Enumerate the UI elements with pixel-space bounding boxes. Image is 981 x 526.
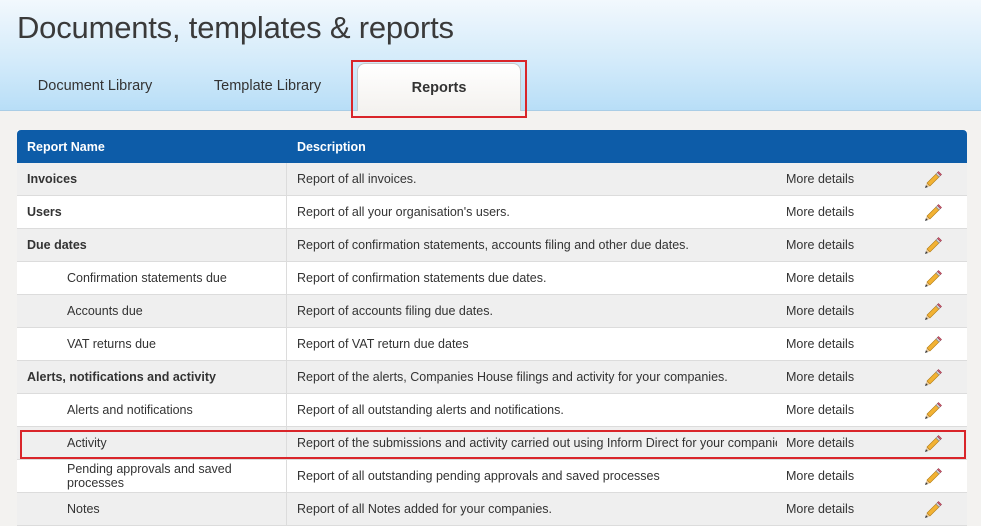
report-name: VAT returns due bbox=[17, 328, 287, 360]
table-row: Invoices Report of all invoices. More deta… bbox=[17, 163, 967, 196]
report-description: Report of all Notes added for your compa… bbox=[297, 502, 552, 516]
edit-button[interactable] bbox=[897, 202, 967, 222]
report-description: Report of confirmation statements, accou… bbox=[297, 238, 689, 252]
report-name: Pending approvals and saved processes bbox=[17, 460, 287, 492]
report-description: Report of confirmation statements due da… bbox=[297, 271, 547, 285]
report-description: Report of VAT return due dates bbox=[297, 337, 469, 351]
more-details-link[interactable]: More details bbox=[786, 502, 854, 516]
pencil-icon[interactable] bbox=[922, 334, 942, 354]
table-header: Report Name Description bbox=[17, 130, 967, 163]
report-name: Alerts and notifications bbox=[17, 394, 287, 426]
report-name: Activity bbox=[17, 427, 287, 459]
report-description: Report of the alerts, Companies House fi… bbox=[297, 370, 728, 384]
edit-button[interactable] bbox=[897, 499, 967, 519]
table-row: Confirmation statements due Report of con… bbox=[17, 262, 967, 295]
more-details-link[interactable]: More details bbox=[786, 238, 854, 252]
report-description: Report of all outstanding pending approv… bbox=[297, 469, 660, 483]
pencil-icon[interactable] bbox=[922, 268, 942, 288]
column-header-report-name: Report Name bbox=[27, 139, 105, 154]
table-row: Alerts, notifications and activity Report… bbox=[17, 361, 967, 394]
report-name: Accounts due bbox=[17, 295, 287, 327]
report-name: Users bbox=[17, 196, 287, 228]
edit-button[interactable] bbox=[897, 235, 967, 255]
pencil-icon[interactable] bbox=[922, 466, 942, 486]
report-description: Report of all invoices. bbox=[297, 172, 417, 186]
reports-table: Report Name Description Invoices Report o… bbox=[17, 130, 967, 526]
report-name: Notes bbox=[17, 493, 287, 525]
table-row: Accounts due Report of accounts filing du… bbox=[17, 295, 967, 328]
more-details-link[interactable]: More details bbox=[786, 370, 854, 384]
report-description: Report of accounts filing due dates. bbox=[297, 304, 493, 318]
pencil-icon[interactable] bbox=[922, 169, 942, 189]
pencil-icon[interactable] bbox=[922, 202, 942, 222]
tab-document-library[interactable]: Document Library bbox=[20, 62, 170, 110]
pencil-icon[interactable] bbox=[922, 499, 942, 519]
page-header: Documents, templates & reports Document … bbox=[0, 0, 981, 111]
more-details-link[interactable]: More details bbox=[786, 271, 854, 285]
more-details-link[interactable]: More details bbox=[786, 205, 854, 219]
table-row: Pending approvals and saved processes Rep… bbox=[17, 460, 967, 493]
column-header-description: Description bbox=[297, 139, 366, 154]
table-row: Due dates Report of confirmation statemen… bbox=[17, 229, 967, 262]
report-description: Report of the submissions and activity c… bbox=[297, 436, 777, 450]
edit-button[interactable] bbox=[897, 169, 967, 189]
more-details-link[interactable]: More details bbox=[786, 403, 854, 417]
edit-button[interactable] bbox=[897, 466, 967, 486]
table-row: Users Report of all your organisation's u… bbox=[17, 196, 967, 229]
report-description: Report of all outstanding alerts and not… bbox=[297, 403, 564, 417]
edit-button[interactable] bbox=[897, 400, 967, 420]
edit-button[interactable] bbox=[897, 334, 967, 354]
edit-button[interactable] bbox=[897, 301, 967, 321]
more-details-link[interactable]: More details bbox=[786, 304, 854, 318]
edit-button[interactable] bbox=[897, 433, 967, 453]
edit-button[interactable] bbox=[897, 367, 967, 387]
table-row: Activity Report of the submissions and ac… bbox=[17, 427, 967, 460]
report-name: Due dates bbox=[17, 229, 287, 261]
pencil-icon[interactable] bbox=[922, 400, 942, 420]
report-name: Invoices bbox=[17, 163, 287, 195]
more-details-link[interactable]: More details bbox=[786, 469, 854, 483]
pencil-icon[interactable] bbox=[922, 301, 942, 321]
more-details-link[interactable]: More details bbox=[786, 172, 854, 186]
report-name: Confirmation statements due bbox=[17, 262, 287, 294]
report-name: Alerts, notifications and activity bbox=[17, 361, 287, 393]
report-description: Report of all your organisation's users. bbox=[297, 205, 510, 219]
table-row: VAT returns due Report of VAT return due … bbox=[17, 328, 967, 361]
tab-reports[interactable]: Reports bbox=[357, 63, 521, 111]
pencil-icon[interactable] bbox=[922, 433, 942, 453]
edit-button[interactable] bbox=[897, 268, 967, 288]
page-title: Documents, templates & reports bbox=[17, 10, 454, 45]
pencil-icon[interactable] bbox=[922, 367, 942, 387]
pencil-icon[interactable] bbox=[922, 235, 942, 255]
more-details-link[interactable]: More details bbox=[786, 436, 854, 450]
more-details-link[interactable]: More details bbox=[786, 337, 854, 351]
table-row: Alerts and notifications Report of all ou… bbox=[17, 394, 967, 427]
tab-template-library[interactable]: Template Library bbox=[190, 62, 345, 110]
